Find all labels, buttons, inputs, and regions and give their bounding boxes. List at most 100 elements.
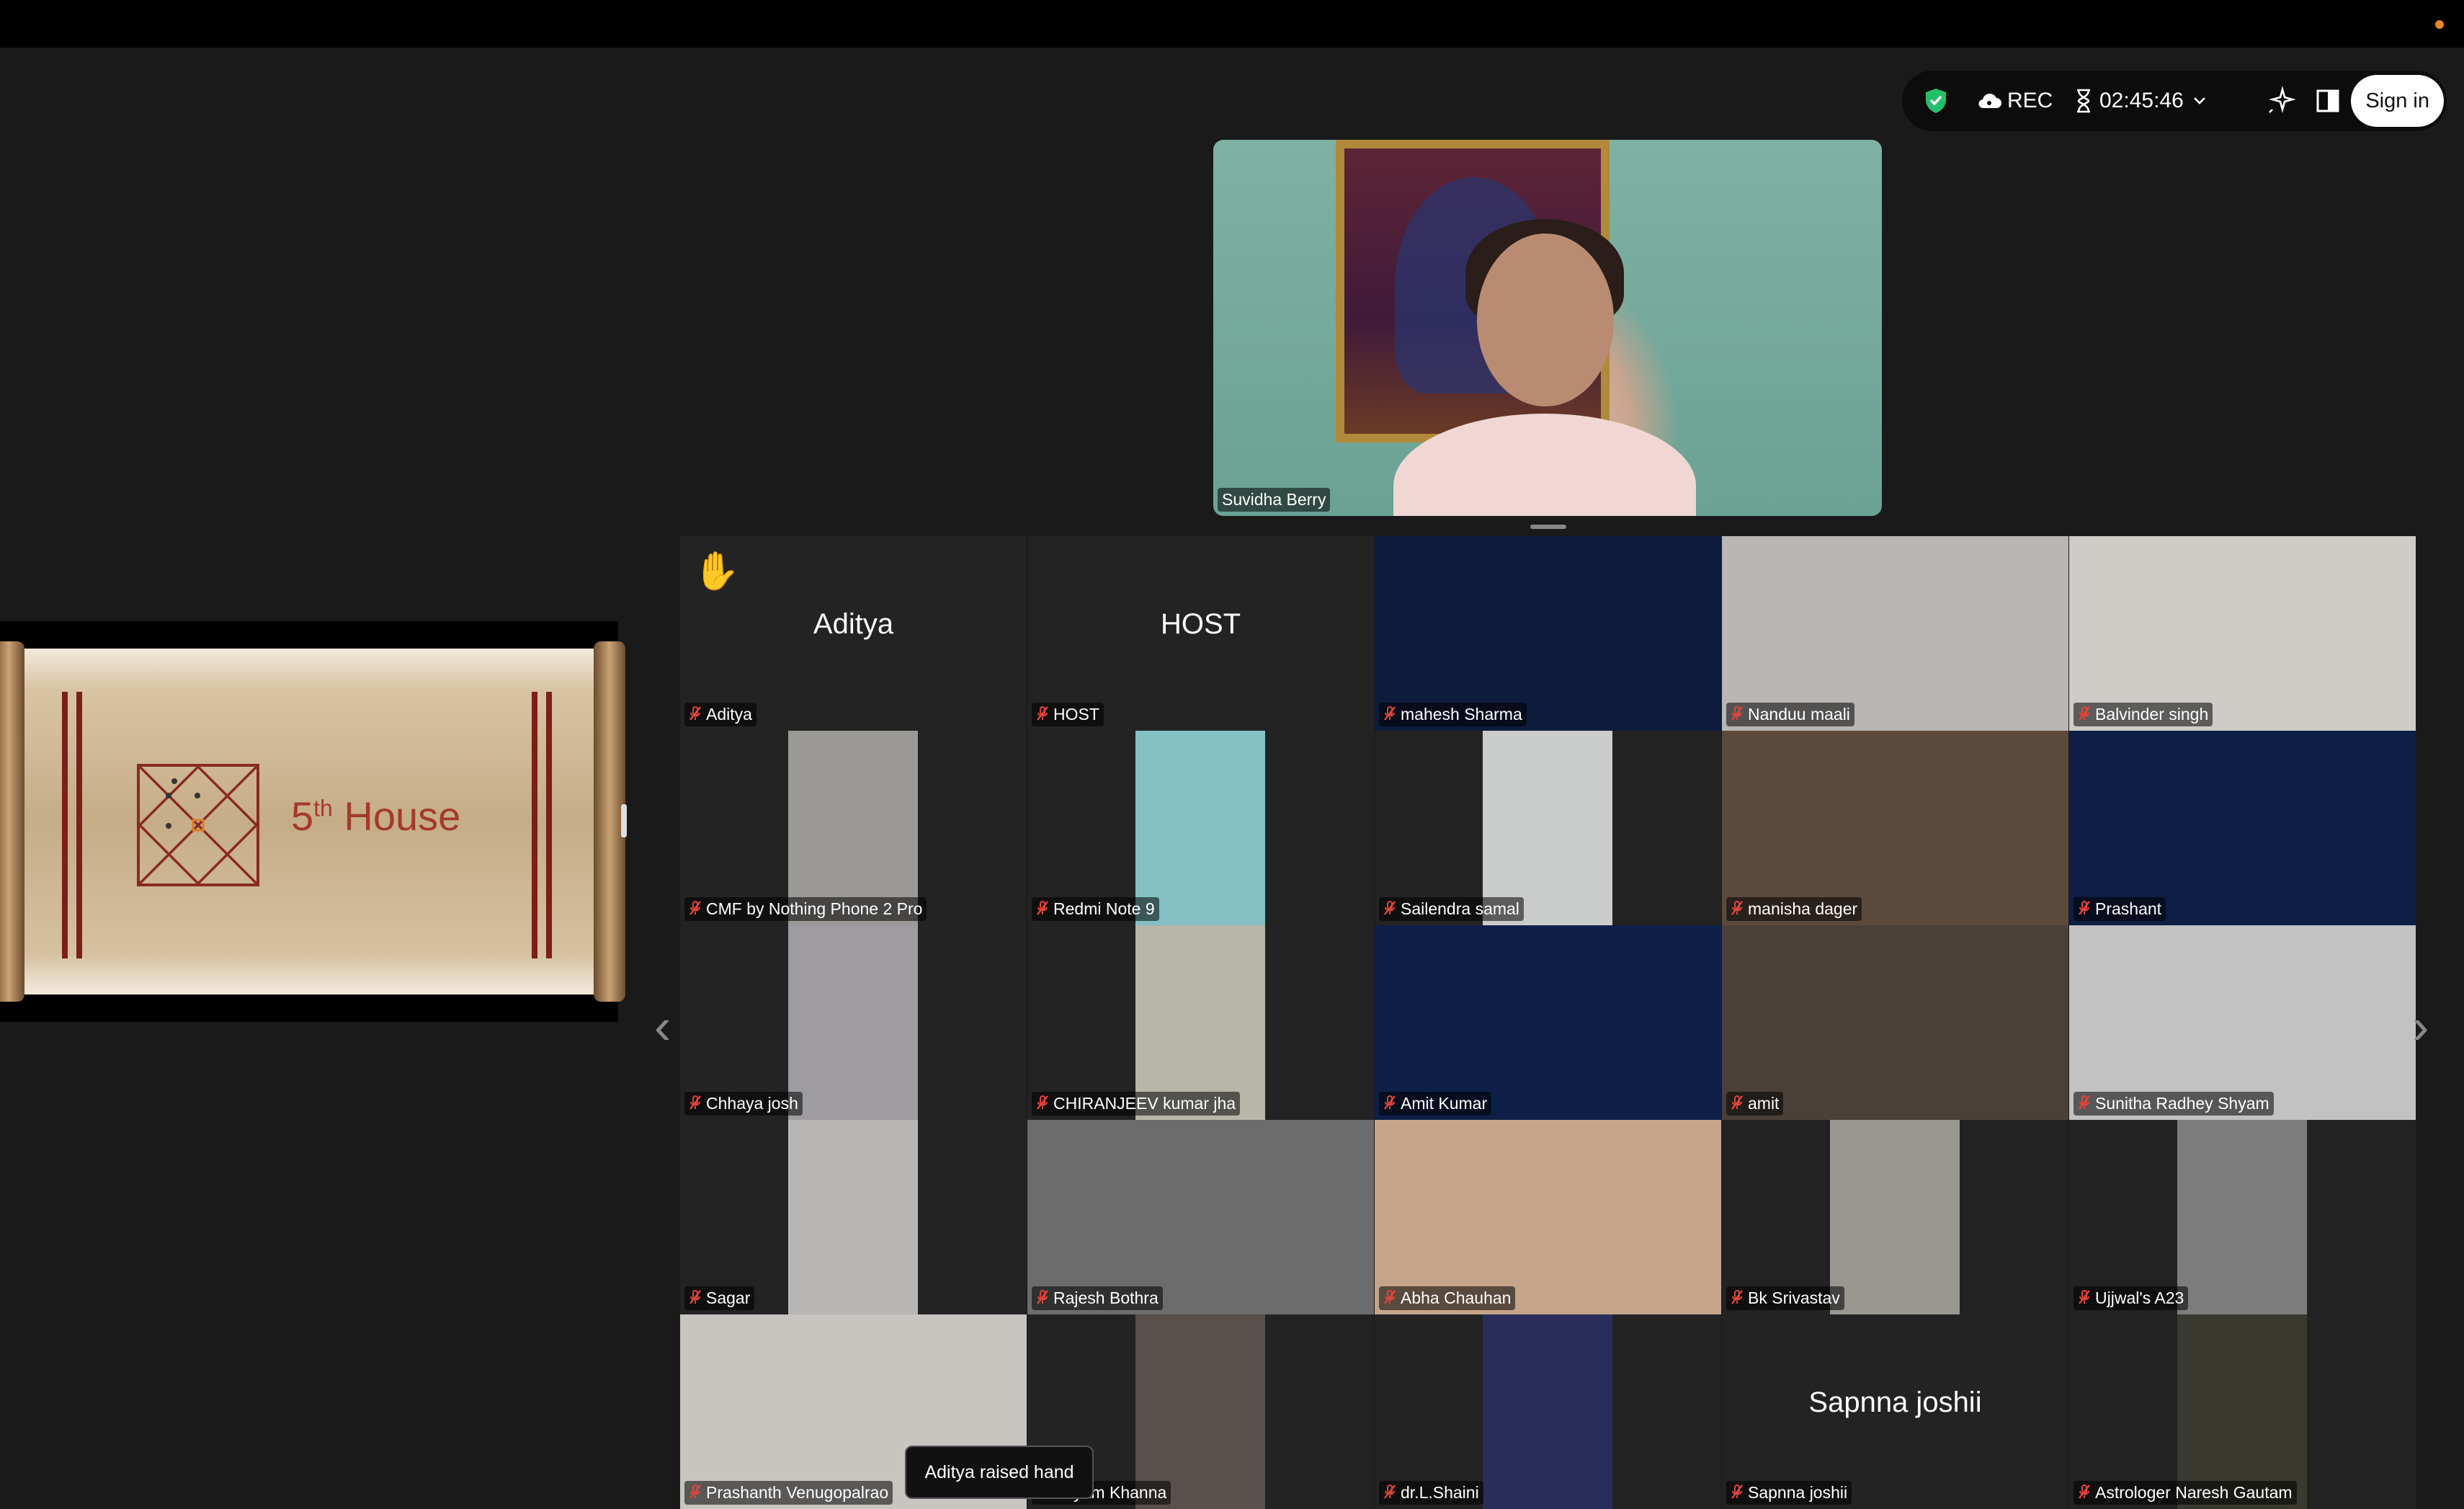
timer-value: 02:45:46 (2099, 89, 2184, 112)
participant-name-label: Sagar (684, 1286, 755, 1310)
muted-mic-icon (1036, 705, 1053, 724)
shared-screen[interactable]: 5th House (0, 621, 625, 1022)
muted-mic-icon (689, 1483, 706, 1502)
participant-tile[interactable]: Sagar (680, 1120, 1027, 1314)
participant-tile[interactable]: manisha dager (1722, 731, 2068, 925)
participant-name-label: Aditya (684, 703, 756, 726)
meeting-timer[interactable]: 02:45:46 (2075, 71, 2207, 131)
participant-tile[interactable]: CHIRANJEEV kumar jha (1027, 925, 1374, 1120)
participant-tile[interactable]: CMF by Nothing Phone 2 Pro (680, 731, 1027, 925)
muted-mic-icon (689, 1288, 706, 1307)
video-feed (2177, 1120, 2307, 1314)
muted-mic-icon (689, 1094, 706, 1113)
muted-mic-icon (1036, 899, 1053, 918)
video-feed (788, 925, 918, 1120)
muted-mic-icon (1731, 899, 1748, 918)
participant-name-label: Nanduu maali (1726, 703, 1854, 726)
meeting-controls: REC 02:45:46 Sign in (1902, 71, 2447, 131)
muted-mic-icon (2078, 1288, 2095, 1307)
participant-tile[interactable]: Aditya ✋ Aditya (680, 536, 1027, 731)
muted-mic-icon (1383, 1094, 1401, 1113)
participant-tile[interactable]: Sailendra samal (1375, 731, 1721, 925)
participant-tile[interactable]: Redmi Note 9 (1027, 731, 1374, 925)
participant-name-label: manisha dager (1726, 897, 1862, 921)
participant-tile[interactable]: Sapnna joshii Sapnna joshii (1722, 1314, 2068, 1509)
video-feed (788, 1120, 918, 1314)
cloud-recording-indicator[interactable]: REC (1977, 71, 2053, 131)
participant-name-label: Sapnna joshii (1726, 1481, 1852, 1505)
participant-display-name: Sapnna joshii (1808, 1386, 1982, 1418)
participant-tile[interactable]: Nanduu maali (1722, 536, 2068, 731)
raised-hand-tooltip: Aditya raised hand (905, 1446, 1094, 1499)
active-speaker-video[interactable]: Suvidha Berry (1213, 140, 1882, 516)
muted-mic-icon (689, 899, 706, 918)
hourglass-icon (2077, 89, 2090, 113)
participant-tile[interactable]: Prashant (2069, 731, 2416, 925)
participant-tile[interactable]: amit (1722, 925, 2068, 1120)
participant-name-label: Abha Chauhan (1379, 1286, 1516, 1310)
participant-name-label: Sunitha Radhey Shyam (2074, 1092, 2274, 1116)
participant-tile[interactable]: Amit Kumar (1375, 925, 1721, 1120)
video-feed (2177, 1314, 2307, 1509)
split-handle[interactable] (621, 804, 627, 837)
scroll-slide: 5th House (0, 641, 625, 1002)
participant-name-label: dr.L.Shaini (1379, 1481, 1483, 1505)
muted-mic-icon (1731, 705, 1748, 724)
video-feed (1135, 1314, 1265, 1509)
muted-mic-icon (1036, 1288, 1053, 1307)
participant-name-label: Bk Srivastav (1726, 1286, 1844, 1310)
participant-name-label: Prashanth Venugopalrao (684, 1481, 893, 1505)
slide-title: 5th House (291, 793, 461, 839)
security-shield-icon[interactable] (1924, 71, 1948, 131)
participant-name-label: Ujjwal's A23 (2074, 1286, 2189, 1310)
participant-name-label: Prashant (2074, 897, 2166, 921)
participant-name-label: Redmi Note 9 (1032, 897, 1159, 921)
participant-name-label: CHIRANJEEV kumar jha (1032, 1092, 1241, 1116)
video-feed (788, 731, 918, 925)
muted-mic-icon (1731, 1483, 1748, 1502)
chevron-down-icon (2193, 97, 2205, 104)
video-feed (1483, 731, 1612, 925)
cloud-icon (1978, 93, 2001, 109)
participant-tile[interactable]: HOST HOST (1027, 536, 1374, 731)
birth-chart-diagram (137, 764, 259, 886)
muted-mic-icon (1383, 899, 1401, 918)
ai-companion-button[interactable] (2267, 71, 2295, 131)
participant-name-label: Amit Kumar (1379, 1092, 1492, 1116)
participant-display-name: Aditya (813, 608, 894, 640)
participant-name-label: CMF by Nothing Phone 2 Pro (684, 897, 927, 921)
participant-display-name: HOST (1160, 608, 1241, 640)
participant-tile[interactable]: Abha Chauhan (1375, 1120, 1721, 1314)
participant-name-label: Sailendra samal (1379, 897, 1524, 921)
participant-tile[interactable]: dr.L.Shaini (1375, 1314, 1721, 1509)
muted-mic-icon (1383, 705, 1401, 724)
gallery-prev-arrow[interactable]: ‹ (654, 997, 671, 1055)
participant-name-label: Chhaya josh (684, 1092, 803, 1116)
participant-tile[interactable]: Sunitha Radhey Shyam (2069, 925, 2416, 1120)
participant-tile[interactable]: Balvinder singh (2069, 536, 2416, 731)
participant-tile[interactable]: Ujjwal's A23 (2069, 1120, 2416, 1314)
participant-tile[interactable]: Rajesh Bothra (1027, 1120, 1374, 1314)
participant-name-label: Balvinder singh (2074, 703, 2213, 726)
muted-mic-icon (1731, 1094, 1748, 1113)
muted-mic-icon (1731, 1288, 1748, 1307)
sign-in-button[interactable]: Sign in (2351, 75, 2444, 127)
muted-mic-icon (2078, 899, 2095, 918)
raised-hand-icon: ✋ (693, 551, 740, 592)
participant-tile[interactable]: Chhaya josh (680, 925, 1027, 1120)
video-feed (1135, 925, 1265, 1120)
muted-mic-icon (1383, 1288, 1401, 1307)
layout-button[interactable] (2316, 71, 2340, 131)
participant-name-label: amit (1726, 1092, 1784, 1116)
muted-mic-icon (2078, 1094, 2095, 1113)
video-feed (1483, 1314, 1612, 1509)
participant-tile[interactable]: Bk Srivastav (1722, 1120, 2068, 1314)
resize-handle[interactable] (1530, 525, 1566, 529)
participant-tile[interactable]: mahesh Sharma (1375, 536, 1721, 731)
participant-gallery: Aditya ✋ Aditya HOST HOST mahesh Sharma Nanduu… (680, 536, 2416, 1509)
video-feed (1830, 1120, 1960, 1314)
rec-label: REC (2007, 89, 2053, 112)
gallery-next-arrow[interactable]: › (2412, 997, 2429, 1055)
participant-tile[interactable]: Astrologer Naresh Gautam (2069, 1314, 2416, 1509)
participant-name-label: Rajesh Bothra (1032, 1286, 1163, 1310)
